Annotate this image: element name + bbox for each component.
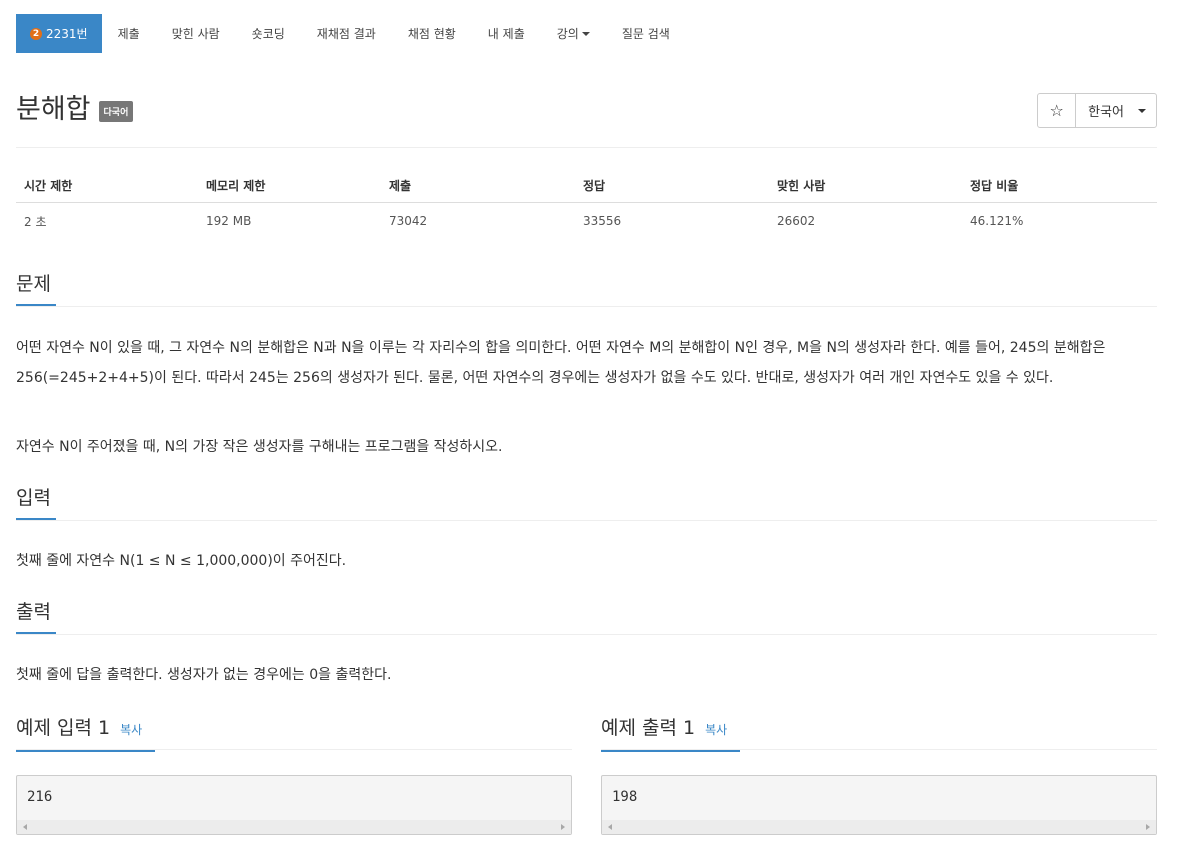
tab-problem[interactable]: 2 2231번: [16, 14, 102, 53]
divider: [601, 749, 1157, 750]
problem-info-table: 시간 제한 메모리 제한 제출 정답 맞힌 사람 정답 비율 2 초 192 M…: [16, 168, 1157, 239]
th-time-limit: 시간 제한: [16, 168, 198, 203]
th-accept-ratio: 정답 비율: [962, 168, 1157, 203]
accepted-value: 33556: [583, 214, 622, 228]
multilang-badge: 다국어: [98, 101, 134, 122]
section-title-sample-input: 예제 입력 1 복사: [16, 715, 155, 752]
divider: [16, 147, 1157, 148]
th-accepted: 정답: [575, 168, 769, 203]
section-underline: [16, 750, 155, 752]
scroll-left-icon[interactable]: [608, 824, 612, 830]
description-paragraph-1: 어떤 자연수 N이 있을 때, 그 자연수 N의 분해합은 N과 N을 이루는 …: [16, 340, 1106, 386]
scroll-right-icon[interactable]: [1146, 824, 1150, 830]
solvers-value: 26602: [777, 214, 816, 228]
divider: [16, 749, 572, 750]
table-header-row: 시간 제한 메모리 제한 제출 정답 맞힌 사람 정답 비율: [16, 168, 1157, 203]
title-actions: ☆ 한국어: [1037, 93, 1157, 128]
problem-nav: 2 2231번 제출 맞힌 사람 숏코딩 재채점 결과 채점 현황 내 제출 강…: [16, 14, 686, 53]
th-memory-limit: 메모리 제한: [198, 168, 381, 203]
section-title-sample-output: 예제 출력 1 복사: [601, 715, 740, 752]
sample-input-box[interactable]: 216: [16, 775, 572, 835]
page-title: 분해합: [16, 94, 91, 125]
sample-output-value: 198: [612, 789, 638, 805]
scroll-left-icon[interactable]: [23, 824, 27, 830]
star-icon: ☆: [1049, 101, 1064, 120]
tier-badge-icon: 2: [30, 27, 42, 40]
th-submissions: 제출: [381, 168, 575, 203]
output-description: 첫째 줄에 답을 출력한다. 생성자가 없는 경우에는 0을 출력한다.: [16, 667, 392, 683]
tab-solvers[interactable]: 맞힌 사람: [156, 14, 236, 53]
horizontal-scrollbar[interactable]: [17, 820, 571, 834]
th-solvers: 맞힌 사람: [769, 168, 962, 203]
submissions-value: 73042: [389, 214, 428, 228]
memory-limit-value: 192 MB: [206, 214, 252, 228]
tab-rejudge[interactable]: 재채점 결과: [301, 14, 392, 53]
language-select[interactable]: 한국어: [1076, 94, 1156, 127]
copy-sample-output-button[interactable]: 복사: [705, 723, 727, 737]
table-row: 2 초 192 MB 73042 33556 26602 46.121%: [16, 203, 1157, 240]
tab-submit[interactable]: 제출: [102, 14, 156, 53]
divider: [16, 520, 1157, 521]
chevron-down-icon: [1138, 108, 1146, 113]
description-paragraph-2: 자연수 N이 주어졌을 때, N의 가장 작은 생성자를 구해내는 프로그램을 …: [16, 439, 503, 455]
tab-status[interactable]: 채점 현황: [392, 14, 472, 53]
tab-problem-label: 2231번: [46, 27, 88, 41]
tab-lectures-label: 강의: [556, 27, 579, 41]
horizontal-scrollbar[interactable]: [602, 820, 1156, 834]
section-title-output: 출력: [16, 599, 56, 634]
divider: [16, 306, 1157, 307]
star-button[interactable]: ☆: [1038, 94, 1077, 127]
sample-output-box[interactable]: 198: [601, 775, 1157, 835]
tab-questions[interactable]: 질문 검색: [606, 14, 686, 53]
section-underline: [601, 750, 740, 752]
accept-ratio-value: 46.121%: [970, 214, 1024, 228]
input-description: 첫째 줄에 자연수 N(1 ≤ N ≤ 1,000,000)이 주어진다.: [16, 553, 347, 569]
section-title-description: 문제: [16, 271, 56, 306]
chevron-down-icon: [581, 31, 590, 36]
time-limit-value: 2 초: [24, 214, 47, 229]
language-select-value: 한국어: [1088, 105, 1124, 120]
copy-sample-input-button[interactable]: 복사: [120, 723, 142, 737]
section-title-input: 입력: [16, 485, 56, 520]
tab-shortcoding[interactable]: 숏코딩: [236, 14, 301, 53]
tab-lectures-dropdown[interactable]: 강의: [541, 14, 606, 53]
scroll-right-icon[interactable]: [561, 824, 565, 830]
title-row: 분해합 다국어: [16, 92, 134, 128]
tab-my-submissions[interactable]: 내 제출: [472, 14, 541, 53]
divider: [16, 634, 1157, 635]
sample-input-value: 216: [27, 789, 53, 805]
